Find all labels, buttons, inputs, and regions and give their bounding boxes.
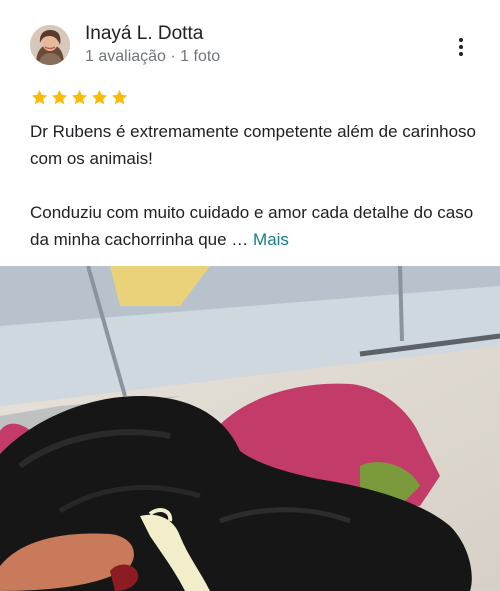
more-link[interactable]: Mais [253,230,289,249]
review-paragraph: Dr Rubens é extremamente competente além… [30,122,477,168]
star-icon [91,89,108,105]
more-options-button[interactable] [448,34,474,60]
star-icon [51,89,68,105]
more-vertical-icon-dot [459,45,463,49]
review-photo[interactable] [0,266,500,591]
star-icon [71,89,88,105]
review-paragraph-text: Conduziu com muito cuidado e amor cada d… [30,203,474,249]
review-text: Dr Rubens é extremamente competente além… [30,118,480,253]
star-icon [31,89,48,105]
review-paragraph: Conduziu com muito cuidado e amor cada d… [30,199,480,253]
star-icon [111,89,128,105]
author-meta: 1 avaliação · 1 foto [85,48,221,65]
review-header: Inayá L. Dotta 1 avaliação · 1 foto [0,0,500,80]
more-vertical-icon [459,38,463,42]
author-avatar[interactable] [30,25,70,65]
star-rating [30,88,129,107]
more-vertical-icon-dot [459,52,463,56]
author-name[interactable]: Inayá L. Dotta [85,23,203,45]
